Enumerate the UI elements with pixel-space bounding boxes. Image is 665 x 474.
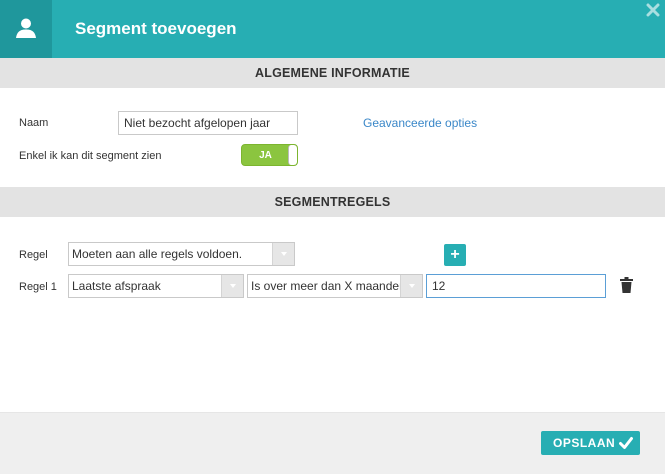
advanced-options-link[interactable]: Geavanceerde opties xyxy=(363,116,477,130)
section-segment-rules: SEGMENTREGELS xyxy=(0,187,665,217)
rule1-field-select[interactable]: Laatste afspraak xyxy=(68,274,244,298)
section-general-information: ALGEMENE INFORMATIE xyxy=(0,58,665,88)
rule1-field-value: Laatste afspraak xyxy=(72,279,161,293)
user-icon xyxy=(16,18,36,38)
save-label: OPSLAAN xyxy=(553,436,616,450)
private-label: Enkel ik kan dit segment zien xyxy=(19,150,162,162)
rule1-operator-value: Is over meer dan X maanden xyxy=(251,279,406,293)
private-toggle[interactable]: JA xyxy=(241,144,298,166)
dialog-title: Segment toevoegen xyxy=(75,19,237,38)
private-toggle-label: JA xyxy=(259,150,272,161)
add-rule-button[interactable]: + xyxy=(444,244,466,266)
dialog-header: Segment toevoegen xyxy=(0,0,665,60)
header-icon-box xyxy=(0,0,52,60)
save-button[interactable]: OPSLAAN xyxy=(541,431,640,455)
rule1-value-input[interactable] xyxy=(426,274,606,298)
rule1-operator-select[interactable]: Is over meer dan X maanden xyxy=(247,274,423,298)
name-input[interactable] xyxy=(118,111,298,135)
rule-mode-value: Moeten aan alle regels voldoen. xyxy=(72,247,243,261)
chevron-down-icon xyxy=(221,275,243,297)
close-icon[interactable] xyxy=(646,3,660,17)
rule-label: Regel xyxy=(19,249,48,261)
name-label: Naam xyxy=(19,117,49,129)
rule1-label: Regel 1 xyxy=(19,281,57,293)
chevron-down-icon xyxy=(272,243,294,265)
check-icon xyxy=(619,437,633,449)
chevron-down-icon xyxy=(400,275,422,297)
toggle-knob xyxy=(288,145,297,165)
plus-icon: + xyxy=(450,246,460,263)
trash-icon[interactable] xyxy=(620,277,633,293)
rule-mode-select[interactable]: Moeten aan alle regels voldoen. xyxy=(68,242,295,266)
